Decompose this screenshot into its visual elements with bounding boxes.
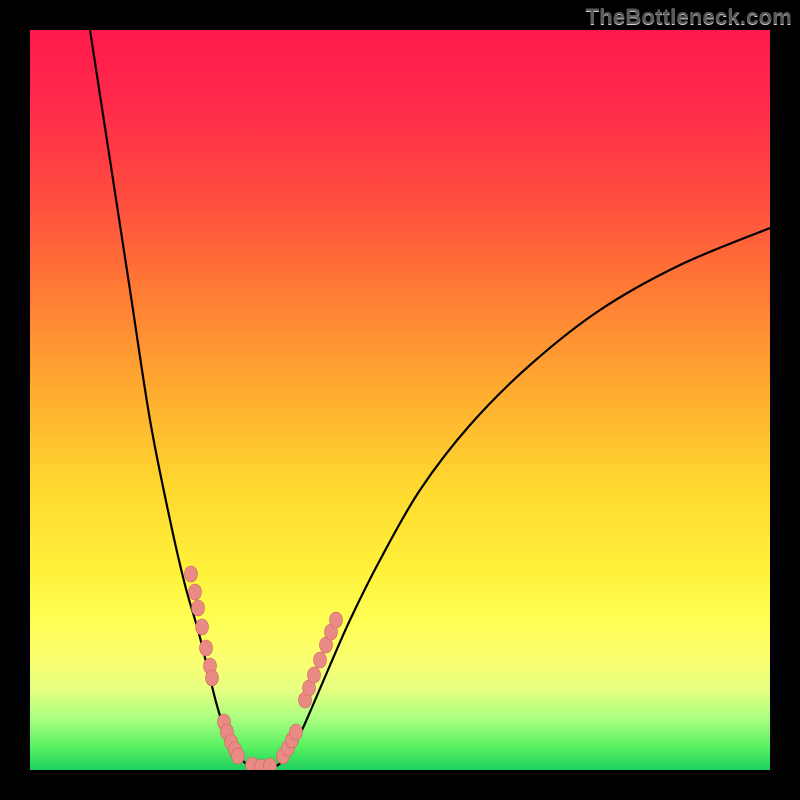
data-dots [185, 566, 343, 770]
data-dot [185, 566, 198, 582]
data-dot [196, 619, 209, 635]
data-dot [308, 667, 321, 683]
data-dot [189, 584, 202, 600]
curve-path [90, 30, 770, 768]
data-dot [314, 652, 327, 668]
plot-area [30, 30, 770, 770]
bottleneck-curve [30, 30, 770, 770]
data-dot [192, 600, 205, 616]
data-dot [232, 748, 245, 764]
data-dot [290, 724, 303, 740]
watermark-text: TheBottleneck.com [586, 4, 792, 30]
chart-frame: TheBottleneck.com [0, 0, 800, 800]
data-dot [206, 670, 219, 686]
data-dot [264, 758, 277, 770]
data-dot [200, 640, 213, 656]
data-dot [330, 612, 343, 628]
